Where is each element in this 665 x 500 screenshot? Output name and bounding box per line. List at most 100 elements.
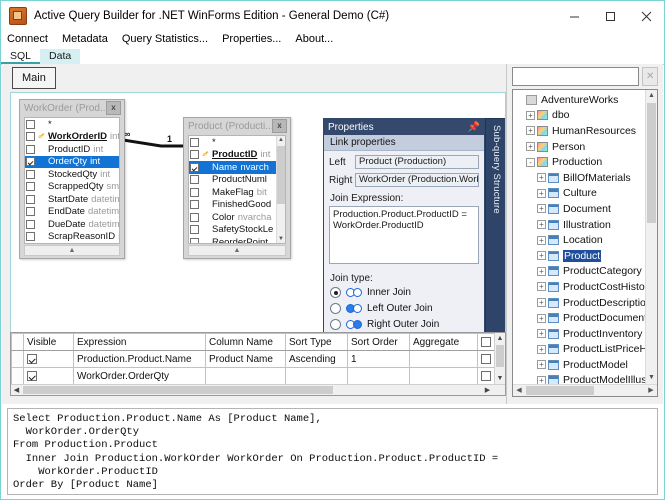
tree-node-humanresources[interactable]: + HumanResources [513, 123, 644, 139]
grid-header-sort-order[interactable]: Sort Order [347, 333, 410, 351]
left-table-field[interactable]: Product (Production) [355, 155, 479, 169]
expand-icon[interactable]: + [537, 188, 546, 198]
table-field-row[interactable]: ModifiedDateda [25, 243, 119, 244]
grid-header-sort-type[interactable]: Sort Type [285, 333, 348, 351]
metadata-tree[interactable]: AdventureWorks + dbo + HumanResources + Person… [512, 89, 658, 397]
clear-icon[interactable]: ✕ [642, 67, 658, 86]
scroll-up-icon[interactable]: ▲ [495, 333, 505, 344]
cell-sort-type[interactable]: Ascending [285, 350, 348, 368]
radio-indicator[interactable] [330, 303, 341, 314]
cell-expression[interactable]: Production.Product.Name [73, 350, 206, 368]
table-field-row[interactable]: DueDate datetim [25, 218, 119, 231]
expand-icon[interactable]: + [537, 266, 546, 276]
tab-data[interactable]: Data [40, 49, 81, 64]
tree-node-illustration[interactable]: + Illustration [513, 217, 644, 233]
table-field-row[interactable]: SafetyStockLe [189, 224, 285, 237]
scroll-up-icon[interactable]: ▲ [646, 90, 657, 102]
scroll-down-icon[interactable]: ▼ [277, 235, 285, 243]
scroll-up-icon[interactable]: ▲ [277, 136, 285, 144]
table-field-row[interactable]: FinishedGood [189, 199, 285, 212]
table-field-list[interactable]: * ⚷ WorkOrderID int ProductID int OrderQty int S… [24, 117, 120, 244]
group-checkbox[interactable] [481, 370, 491, 381]
close-icon[interactable]: x [106, 101, 121, 115]
cell-sort-type[interactable] [285, 367, 348, 385]
expand-icon[interactable]: + [526, 110, 535, 120]
visible-checkbox[interactable] [27, 353, 37, 364]
table-field-list[interactable]: * ⚷ ProductID int Name nvarch ProductNuml MakeF… [188, 135, 286, 244]
tree-node-culture[interactable]: + Culture [513, 186, 644, 202]
cell-aggregate[interactable] [409, 367, 478, 385]
tree-vertical-scrollbar[interactable]: ▲ ▼ [645, 90, 657, 384]
grid-vertical-scrollbar[interactable]: ▲ ▼ [494, 333, 505, 384]
table-field-row[interactable]: Name nvarch [189, 161, 285, 174]
expand-icon[interactable]: + [537, 360, 546, 370]
menu-item-properties[interactable]: Properties... [215, 31, 288, 48]
tree-node-location[interactable]: + Location [513, 232, 644, 248]
expand-icon[interactable]: + [537, 251, 546, 261]
expand-icon[interactable]: + [537, 204, 546, 214]
radio-indicator[interactable] [330, 319, 341, 330]
cell-sort-order[interactable] [347, 367, 410, 385]
scroll-down-icon[interactable]: ▼ [495, 373, 505, 384]
field-checkbox[interactable] [26, 119, 35, 129]
expand-icon[interactable]: + [537, 313, 546, 323]
table-field-row[interactable]: * [189, 136, 285, 149]
search-input-wrap[interactable] [512, 67, 640, 86]
expand-icon[interactable]: + [537, 235, 546, 245]
grid-header-expression[interactable]: Expression [73, 333, 206, 351]
tree-node-product[interactable]: + Product [513, 248, 644, 264]
expand-icon[interactable]: + [537, 298, 546, 308]
cell-expression[interactable]: WorkOrder.OrderQty [73, 367, 206, 385]
close-icon[interactable]: x [272, 119, 287, 133]
expand-icon[interactable]: + [537, 282, 546, 292]
tab-sql[interactable]: SQL [1, 49, 41, 64]
collapse-icon[interactable]: - [526, 157, 535, 167]
scroll-left-icon[interactable]: ◀ [11, 385, 22, 395]
table-box-header[interactable]: WorkOrder (Prod... x [20, 100, 124, 116]
tree-node-billofmaterials[interactable]: + BillOfMaterials [513, 170, 644, 186]
cell-visible[interactable] [23, 350, 74, 368]
field-checkbox[interactable] [26, 169, 35, 179]
cell-column-name[interactable] [205, 367, 286, 385]
table-box-header[interactable]: Product (Producti... x [184, 118, 290, 134]
expand-icon[interactable]: + [537, 329, 546, 339]
table-row[interactable]: Production.Product.Name Product Name Ascen… [11, 350, 505, 368]
maximize-button[interactable] [592, 1, 628, 31]
table-row[interactable]: WorkOrder.OrderQty [11, 367, 505, 385]
group-all-checkbox[interactable] [481, 336, 491, 347]
field-checkbox[interactable] [26, 207, 35, 217]
tree-node-productlistpricehisto[interactable]: + ProductListPriceHisto [513, 342, 657, 358]
cell-column-name[interactable]: Product Name [205, 350, 286, 368]
radio-inner-join[interactable]: Inner Join [330, 287, 484, 298]
table-box-workorder[interactable]: WorkOrder (Prod... x * ⚷ WorkOrderID int Pro… [19, 99, 125, 259]
tree-node-productinventory[interactable]: + ProductInventory [513, 326, 644, 342]
field-checkbox[interactable] [190, 187, 199, 197]
cell-aggregate[interactable] [409, 350, 478, 368]
expand-icon[interactable]: + [537, 344, 546, 354]
radio-left-outer-join[interactable]: Left Outer Join [330, 303, 484, 314]
field-checkbox[interactable] [190, 162, 199, 172]
pin-icon[interactable]: 📌 [468, 122, 480, 133]
table-field-row[interactable]: StartDate datetin [25, 193, 119, 206]
radio-indicator[interactable] [330, 287, 341, 298]
tree-horizontal-scrollbar[interactable]: ◀ ▶ [513, 384, 657, 396]
field-checkbox[interactable] [190, 150, 199, 160]
minimize-button[interactable] [556, 1, 592, 31]
scroll-left-icon[interactable]: ◀ [513, 385, 525, 396]
right-table-field[interactable]: WorkOrder (Production.WorkOrder [355, 173, 479, 187]
tree-node-productcosthistory[interactable]: + ProductCostHistory [513, 279, 653, 295]
scrollbar-thumb[interactable] [277, 146, 285, 204]
table-field-row[interactable]: ProductID int [25, 143, 119, 156]
table-box-product[interactable]: Product (Producti... x * ⚷ ProductID int Nam… [183, 117, 291, 259]
table-field-row[interactable]: Color nvarcha [189, 211, 285, 224]
field-checkbox[interactable] [190, 225, 199, 235]
menu-item-about[interactable]: About... [288, 31, 340, 48]
tree-node-productcategory[interactable]: + ProductCategory [513, 264, 644, 280]
field-checkbox[interactable] [26, 194, 35, 204]
tree-node-productmodel[interactable]: + ProductModel [513, 357, 644, 373]
table-field-row[interactable]: ⚷ ProductID int [189, 148, 285, 162]
tree-node-productdescription[interactable]: + ProductDescription [513, 295, 652, 311]
field-checkbox[interactable] [26, 219, 35, 229]
field-checkbox[interactable] [190, 237, 199, 243]
field-checkbox[interactable] [26, 157, 35, 167]
